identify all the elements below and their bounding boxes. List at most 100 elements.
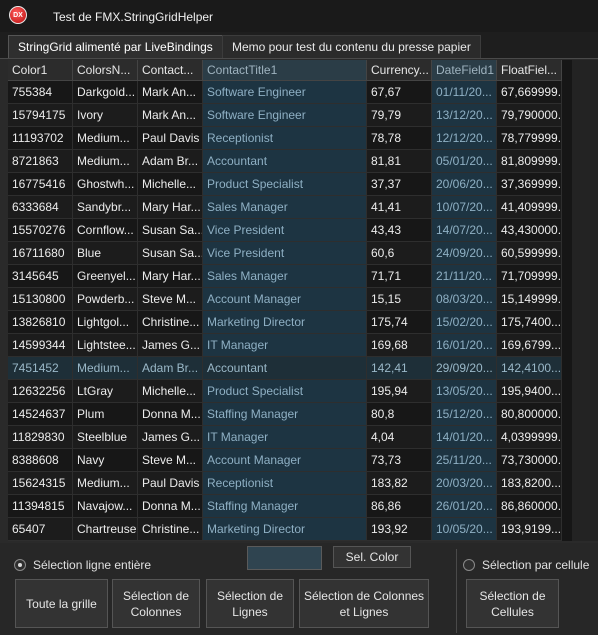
- grid-cell[interactable]: 14524637: [8, 403, 73, 426]
- grid-cell[interactable]: Product Specialist: [203, 380, 367, 403]
- grid-cell[interactable]: IT Manager: [203, 334, 367, 357]
- grid-cell[interactable]: Product Specialist: [203, 173, 367, 196]
- grid-cell[interactable]: Adam Br...: [138, 150, 203, 173]
- grid-cell[interactable]: 6333684: [8, 196, 73, 219]
- grid-cell[interactable]: 01/11/20...: [432, 81, 497, 104]
- grid-cell[interactable]: 12/12/20...: [432, 127, 497, 150]
- grid-row[interactable]: 14524637 Plum Donna M... Staffing Manager 80…: [8, 403, 562, 426]
- select-columns-button[interactable]: Sélection de Colonnes: [112, 579, 200, 628]
- grid-cell[interactable]: 10/07/20...: [432, 196, 497, 219]
- grid-cell[interactable]: 05/01/20...: [432, 150, 497, 173]
- grid-cell[interactable]: Susan Sa...: [138, 242, 203, 265]
- grid-row[interactable]: 15570276 Cornflow... Susan Sa... Vice Presi…: [8, 219, 562, 242]
- grid-cell[interactable]: 24/09/20...: [432, 242, 497, 265]
- grid-row[interactable]: 16711680 Blue Susan Sa... Vice President 60,…: [8, 242, 562, 265]
- grid-cell[interactable]: Software Engineer: [203, 81, 367, 104]
- grid-row[interactable]: 11394815 Navajow... Donna M... Staffing Man…: [8, 495, 562, 518]
- grid-cell[interactable]: Receptionist: [203, 127, 367, 150]
- grid-cell[interactable]: 81,81: [367, 150, 432, 173]
- grid-cell[interactable]: 142,4100...: [497, 357, 562, 380]
- grid-cell[interactable]: 16/01/20...: [432, 334, 497, 357]
- sel-color-button[interactable]: Sel. Color: [333, 546, 411, 568]
- grid-row[interactable]: 65407 Chartreuse Christine... Marketing Dir…: [8, 518, 562, 541]
- tab-memo[interactable]: Memo pour test du contenu du presse papi…: [222, 35, 481, 58]
- grid-cell[interactable]: IT Manager: [203, 426, 367, 449]
- grid-cell[interactable]: Steve M...: [138, 449, 203, 472]
- grid-cell[interactable]: Vice President: [203, 219, 367, 242]
- grid-cell[interactable]: 20/06/20...: [432, 173, 497, 196]
- select-columns-rows-button[interactable]: Sélection de Colonnes et Lignes: [299, 579, 429, 628]
- grid-cell[interactable]: Paul Davis: [138, 472, 203, 495]
- grid-cell[interactable]: Susan Sa...: [138, 219, 203, 242]
- grid-cell[interactable]: 14599344: [8, 334, 73, 357]
- grid-cell[interactable]: 37,37: [367, 173, 432, 196]
- grid-cell[interactable]: 41,409999...: [497, 196, 562, 219]
- column-header[interactable]: ColorsN...: [73, 60, 138, 81]
- grid-cell[interactable]: 16711680: [8, 242, 73, 265]
- grid-cell[interactable]: James G...: [138, 426, 203, 449]
- grid-cell[interactable]: 183,82: [367, 472, 432, 495]
- grid-cell[interactable]: 71,71: [367, 265, 432, 288]
- grid-cell[interactable]: Sales Manager: [203, 265, 367, 288]
- grid-cell[interactable]: Ghostwh...: [73, 173, 138, 196]
- grid-cell[interactable]: Receptionist: [203, 472, 367, 495]
- grid-cell[interactable]: Michelle...: [138, 173, 203, 196]
- column-header[interactable]: FloatFiel...: [497, 60, 562, 81]
- grid-cell[interactable]: 78,779999...: [497, 127, 562, 150]
- grid-cell[interactable]: Software Engineer: [203, 104, 367, 127]
- column-header[interactable]: Contact...: [138, 60, 203, 81]
- grid-cell[interactable]: 755384: [8, 81, 73, 104]
- grid-row[interactable]: 3145645 Greenyel... Mary Har... Sales Manag…: [8, 265, 562, 288]
- grid-cell[interactable]: 65407: [8, 518, 73, 541]
- grid-cell[interactable]: Medium...: [73, 150, 138, 173]
- grid-cell[interactable]: 15,149999...: [497, 288, 562, 311]
- grid-cell[interactable]: Medium...: [73, 127, 138, 150]
- select-cells-button[interactable]: Sélection de Cellules: [466, 579, 559, 628]
- grid-cell[interactable]: 11193702: [8, 127, 73, 150]
- grid-cell[interactable]: 14/07/20...: [432, 219, 497, 242]
- grid-row[interactable]: 8721863 Medium... Adam Br... Accountant 81,8…: [8, 150, 562, 173]
- grid-cell[interactable]: Cornflow...: [73, 219, 138, 242]
- grid-cell[interactable]: Adam Br...: [138, 357, 203, 380]
- grid-cell[interactable]: 21/11/20...: [432, 265, 497, 288]
- grid-cell[interactable]: Medium...: [73, 357, 138, 380]
- grid-cell[interactable]: 195,94: [367, 380, 432, 403]
- grid-cell[interactable]: Lightgol...: [73, 311, 138, 334]
- grid-cell[interactable]: 60,599999...: [497, 242, 562, 265]
- grid-cell[interactable]: Mary Har...: [138, 265, 203, 288]
- column-header[interactable]: Color1: [8, 60, 73, 81]
- grid-cell[interactable]: Donna M...: [138, 403, 203, 426]
- grid-row[interactable]: 7451452 Medium... Adam Br... Accountant 142,…: [8, 357, 562, 380]
- grid-cell[interactable]: Ivory: [73, 104, 138, 127]
- grid-cell[interactable]: 7451452: [8, 357, 73, 380]
- app-icon[interactable]: DX: [9, 6, 27, 24]
- grid-cell[interactable]: Staffing Manager: [203, 403, 367, 426]
- grid-cell[interactable]: Plum: [73, 403, 138, 426]
- grid-cell[interactable]: Account Manager: [203, 288, 367, 311]
- grid-cell[interactable]: 60,6: [367, 242, 432, 265]
- grid-cell[interactable]: Lightstee...: [73, 334, 138, 357]
- grid-cell[interactable]: Powderb...: [73, 288, 138, 311]
- grid-cell[interactable]: 4,04: [367, 426, 432, 449]
- grid-cell[interactable]: 08/03/20...: [432, 288, 497, 311]
- grid-cell[interactable]: 175,7400...: [497, 311, 562, 334]
- grid-cell[interactable]: 67,67: [367, 81, 432, 104]
- grid-cell[interactable]: 79,79: [367, 104, 432, 127]
- grid-cell[interactable]: Christine...: [138, 518, 203, 541]
- grid-cell[interactable]: Michelle...: [138, 380, 203, 403]
- select-all-button[interactable]: Toute la grille: [15, 579, 108, 628]
- grid-cell[interactable]: Marketing Director: [203, 311, 367, 334]
- grid-cell[interactable]: 195,9400...: [497, 380, 562, 403]
- grid-row[interactable]: 16775416 Ghostwh... Michelle... Product Spe…: [8, 173, 562, 196]
- grid-cell[interactable]: 73,730000...: [497, 449, 562, 472]
- grid-cell[interactable]: 15/12/20...: [432, 403, 497, 426]
- grid-cell[interactable]: 16775416: [8, 173, 73, 196]
- grid-cell[interactable]: 15130800: [8, 288, 73, 311]
- grid-cell[interactable]: Blue: [73, 242, 138, 265]
- grid-cell[interactable]: Navy: [73, 449, 138, 472]
- column-header[interactable]: ContactTitle1: [203, 60, 367, 81]
- grid-cell[interactable]: 3145645: [8, 265, 73, 288]
- grid-cell[interactable]: Staffing Manager: [203, 495, 367, 518]
- grid-cell[interactable]: 80,8: [367, 403, 432, 426]
- grid-cell[interactable]: Greenyel...: [73, 265, 138, 288]
